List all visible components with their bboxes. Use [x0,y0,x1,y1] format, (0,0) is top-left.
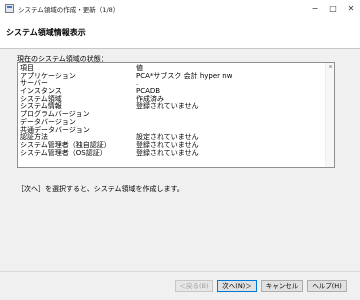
page-title: システム領域情報表示 [6,28,86,37]
row-value: 登録されていません [136,102,199,111]
row-value: . [136,79,139,88]
help-button[interactable]: ヘルプ(H) [307,280,347,292]
row-value: PCA*サブスク 会計 hyper nw [136,71,233,80]
row-value: PCADB [136,87,161,96]
minimize-button[interactable]: − [306,0,324,18]
window-title: システム領域の作成・更新（1/8） [18,6,120,14]
title-bar: システム領域の作成・更新（1/8） − □ ✕ [0,0,360,19]
row-value [136,111,324,119]
wizard-header: システム領域情報表示 [0,18,360,49]
instruction-text: ［次へ］を選択すると、システム領域を作成します。 [17,185,184,193]
vertical-scrollbar[interactable] [325,63,334,167]
table-row: アプリケーション PCA*サブスク 会計 hyper nw [20,71,324,81]
table-row: インスタンス PCADB [20,87,324,96]
status-list[interactable]: 項目値アプリケーション PCA*サブスク 会計 hyper nw サーバー. インスタ… [17,62,335,168]
table-row: システム管理者（OS認証） 登録されていません [20,148,324,158]
table-row: サーバー. [20,80,324,88]
row-item-label: システム管理者（OS認証） [20,148,107,157]
row-value [136,119,324,127]
close-button[interactable]: ✕ [342,0,360,18]
maximize-button[interactable]: □ [324,0,342,18]
scroll-up-arrow-icon[interactable] [329,65,332,68]
cancel-button[interactable]: キャンセル [261,280,303,292]
status-rows: 項目値アプリケーション PCA*サブスク 会計 hyper nw サーバー. インスタ… [20,64,324,158]
app-icon [5,4,14,13]
back-button[interactable]: ＜戻る(B) [175,280,213,292]
row-value: 登録されていません [136,148,199,157]
footer-divider [0,271,360,272]
next-button[interactable]: 次へ(N)＞ [217,280,257,292]
